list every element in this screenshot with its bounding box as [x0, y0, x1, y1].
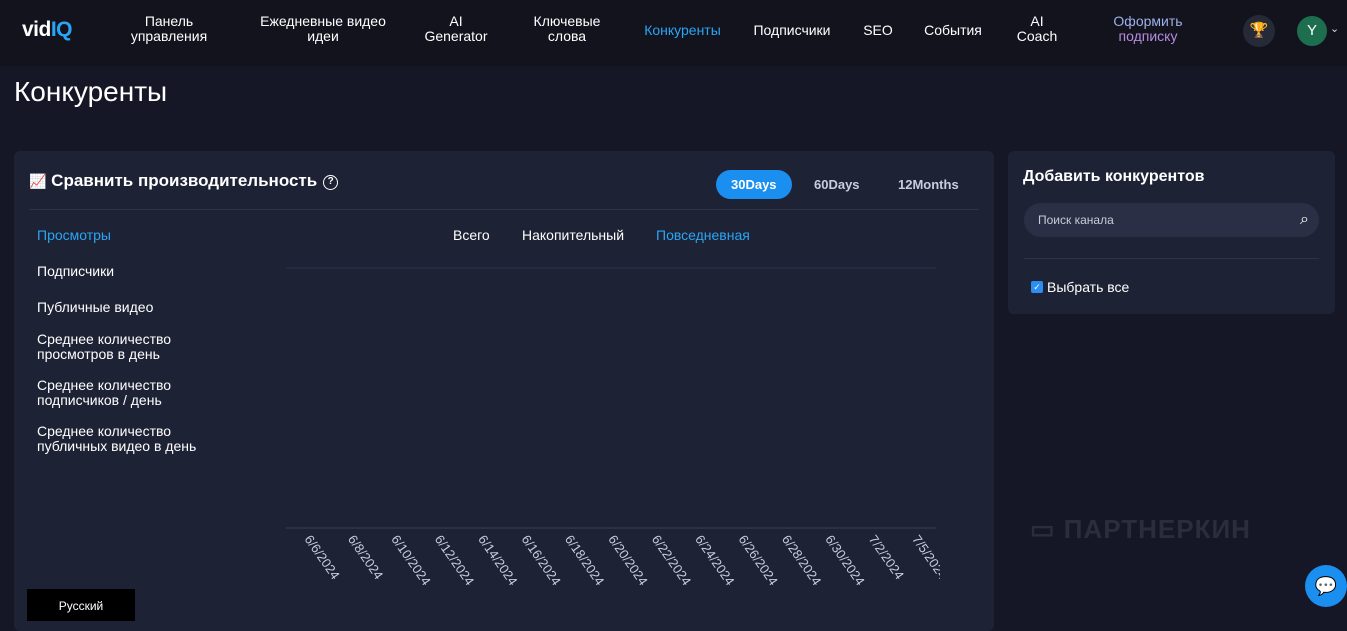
x-tick-label: 6/6/2024 [302, 532, 343, 582]
x-tick-label: 7/2/2024 [866, 532, 907, 582]
channel-search-input[interactable]: Поиск канала ⌕ [1024, 203, 1319, 237]
nav-seo[interactable]: SEO [858, 23, 898, 38]
x-tick-label: 6/14/2024 [475, 532, 520, 588]
x-tick-label: 6/8/2024 [345, 532, 386, 582]
nav-ai-generator[interactable]: AI Generator [420, 14, 492, 44]
x-tick-label: 6/26/2024 [736, 532, 781, 588]
top-nav: vidIQ Панель управления Ежедневные видео… [0, 0, 1347, 66]
nav-competitors[interactable]: Конкуренты [640, 23, 725, 38]
nav-daily-ideas[interactable]: Ежедневные видео идеи [255, 14, 391, 44]
divider [1024, 258, 1319, 259]
chart: 6/6/2024 6/8/2024 6/10/20246/12/20246/14/2… [286, 267, 950, 588]
avatar[interactable]: Y [1297, 16, 1327, 46]
add-competitors-panel: Добавить конкурентов Поиск канала ⌕ ✓ Выб… [1008, 151, 1335, 314]
compare-performance-card: 📈 Сравнить производительность? 30Days 60… [14, 151, 994, 631]
trophy-icon[interactable]: 🏆 [1243, 15, 1275, 47]
chevron-down-icon[interactable]: ⌄ [1330, 22, 1339, 35]
x-tick-label: 6/22/2024 [649, 532, 694, 588]
x-tick-label: 6/12/2024 [432, 532, 477, 588]
vidiq-logo[interactable]: vidIQ [22, 18, 73, 42]
chat-icon[interactable]: 💬 [1305, 565, 1347, 607]
x-tick-label: 6/20/2024 [605, 532, 650, 588]
x-tick-label: 6/28/2024 [779, 532, 824, 588]
nav-keywords[interactable]: Ключевые слова [528, 14, 606, 44]
nav-ai-coach[interactable]: AI Coach [1012, 14, 1062, 44]
x-tick-label: 6/16/2024 [519, 532, 564, 588]
select-all-label[interactable]: Выбрать все [1047, 279, 1129, 295]
page-title: Конкуренты [14, 76, 168, 107]
x-tick-label: 6/18/2024 [562, 532, 607, 588]
search-icon[interactable]: ⌕ [1300, 203, 1309, 237]
panel-title: Добавить конкурентов [1023, 168, 1205, 185]
nav-subscribers[interactable]: Подписчики [750, 23, 834, 38]
x-tick-label: 6/30/2024 [822, 532, 867, 588]
language-selector[interactable]: Русский [27, 589, 135, 621]
nav-events[interactable]: События [920, 23, 986, 38]
x-tick-label: 7/5/2024 [909, 532, 950, 582]
nav-dashboard[interactable]: Панель управления [130, 14, 208, 44]
x-tick-label: 6/10/2024 [388, 532, 433, 588]
x-tick-label: 6/24/2024 [692, 532, 737, 588]
watermark: ▭ ПАРТНЕРКИН [1030, 514, 1251, 544]
select-all-checkbox[interactable]: ✓ [1031, 281, 1043, 293]
subscribe-link[interactable]: Оформить подписку [1105, 14, 1191, 44]
